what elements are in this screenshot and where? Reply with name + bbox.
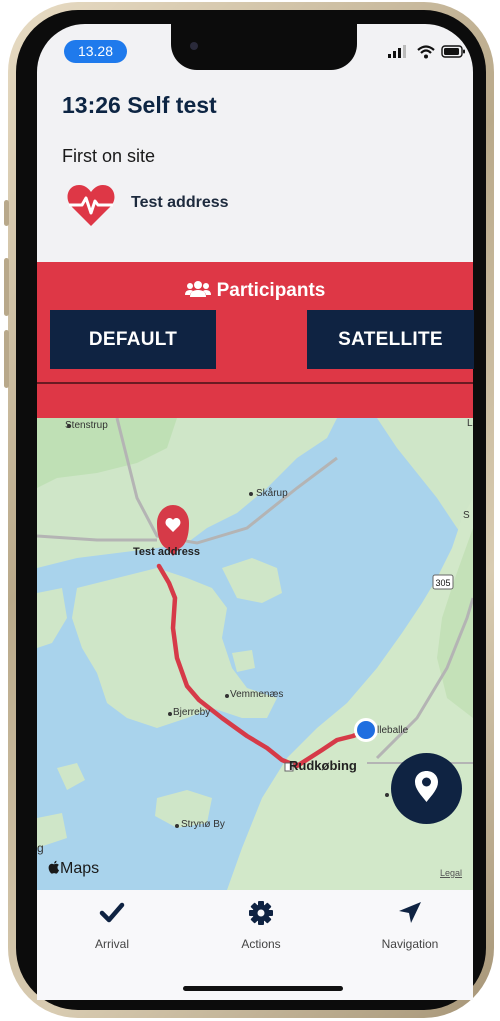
panel-divider <box>37 382 473 384</box>
status-icons <box>388 45 465 59</box>
place-stenstrup: Stenstrup <box>65 420 108 431</box>
signal-icon <box>388 45 406 58</box>
place-s: S <box>463 510 470 521</box>
nav-arrival-label: Arrival <box>94 937 129 951</box>
apple-maps-attribution: Maps <box>48 860 99 878</box>
users-icon <box>184 281 211 297</box>
camera-icon <box>190 42 198 50</box>
participants-label: Participants <box>216 280 326 301</box>
location-pin-icon <box>415 771 438 802</box>
default-map-button[interactable]: DEFAULT <box>50 310 216 369</box>
participants-link[interactable]: Participants <box>37 280 473 302</box>
current-location-dot <box>357 721 375 739</box>
nav-actions-label: Actions <box>241 937 281 951</box>
map-location-button[interactable] <box>391 753 462 824</box>
road-305-badge: 305 <box>432 574 454 590</box>
wifi-icon <box>417 45 435 59</box>
checkmark-icon <box>99 902 125 923</box>
nav-actions[interactable]: Actions <box>206 900 316 951</box>
satellite-map-button[interactable]: SATELLITE <box>307 310 474 369</box>
place-stryno-by: Strynø By <box>181 819 225 830</box>
home-indicator[interactable] <box>183 986 343 991</box>
incident-title: 13:26 Self test <box>62 92 217 118</box>
navigation-arrow-icon <box>399 902 421 923</box>
place-vemmenaes: Vemmenæs <box>230 689 284 700</box>
battery-icon <box>441 45 465 58</box>
nav-arrival[interactable]: Arrival <box>57 900 167 951</box>
heart-pulse-icon <box>67 185 115 226</box>
volume-up-button <box>4 258 9 316</box>
road-305-label: 305 <box>435 578 450 588</box>
place-lleballe: lleballe <box>377 725 409 736</box>
nav-navigation[interactable]: Navigation <box>355 900 465 951</box>
place-g: g <box>37 841 44 855</box>
status-time: 13.28 <box>64 40 127 63</box>
incident-address: Test address <box>131 194 229 211</box>
legal-link[interactable]: Legal <box>440 868 462 878</box>
place-skarup: Skårup <box>256 488 288 499</box>
gear-icon <box>249 901 273 925</box>
notch <box>171 24 357 70</box>
silent-switch <box>4 200 9 226</box>
place-rudkobing: Rudkøbing <box>289 758 357 773</box>
apple-logo-icon <box>48 860 59 874</box>
place-bjerreby: Bjerreby <box>173 707 211 718</box>
place-lo: Lo <box>467 418 473 429</box>
role-subtitle: First on site <box>62 146 156 166</box>
nav-navigation-label: Navigation <box>381 937 439 951</box>
volume-down-button <box>4 330 9 388</box>
maps-label: Maps <box>60 860 100 877</box>
place-test-address: Test address <box>133 546 201 558</box>
